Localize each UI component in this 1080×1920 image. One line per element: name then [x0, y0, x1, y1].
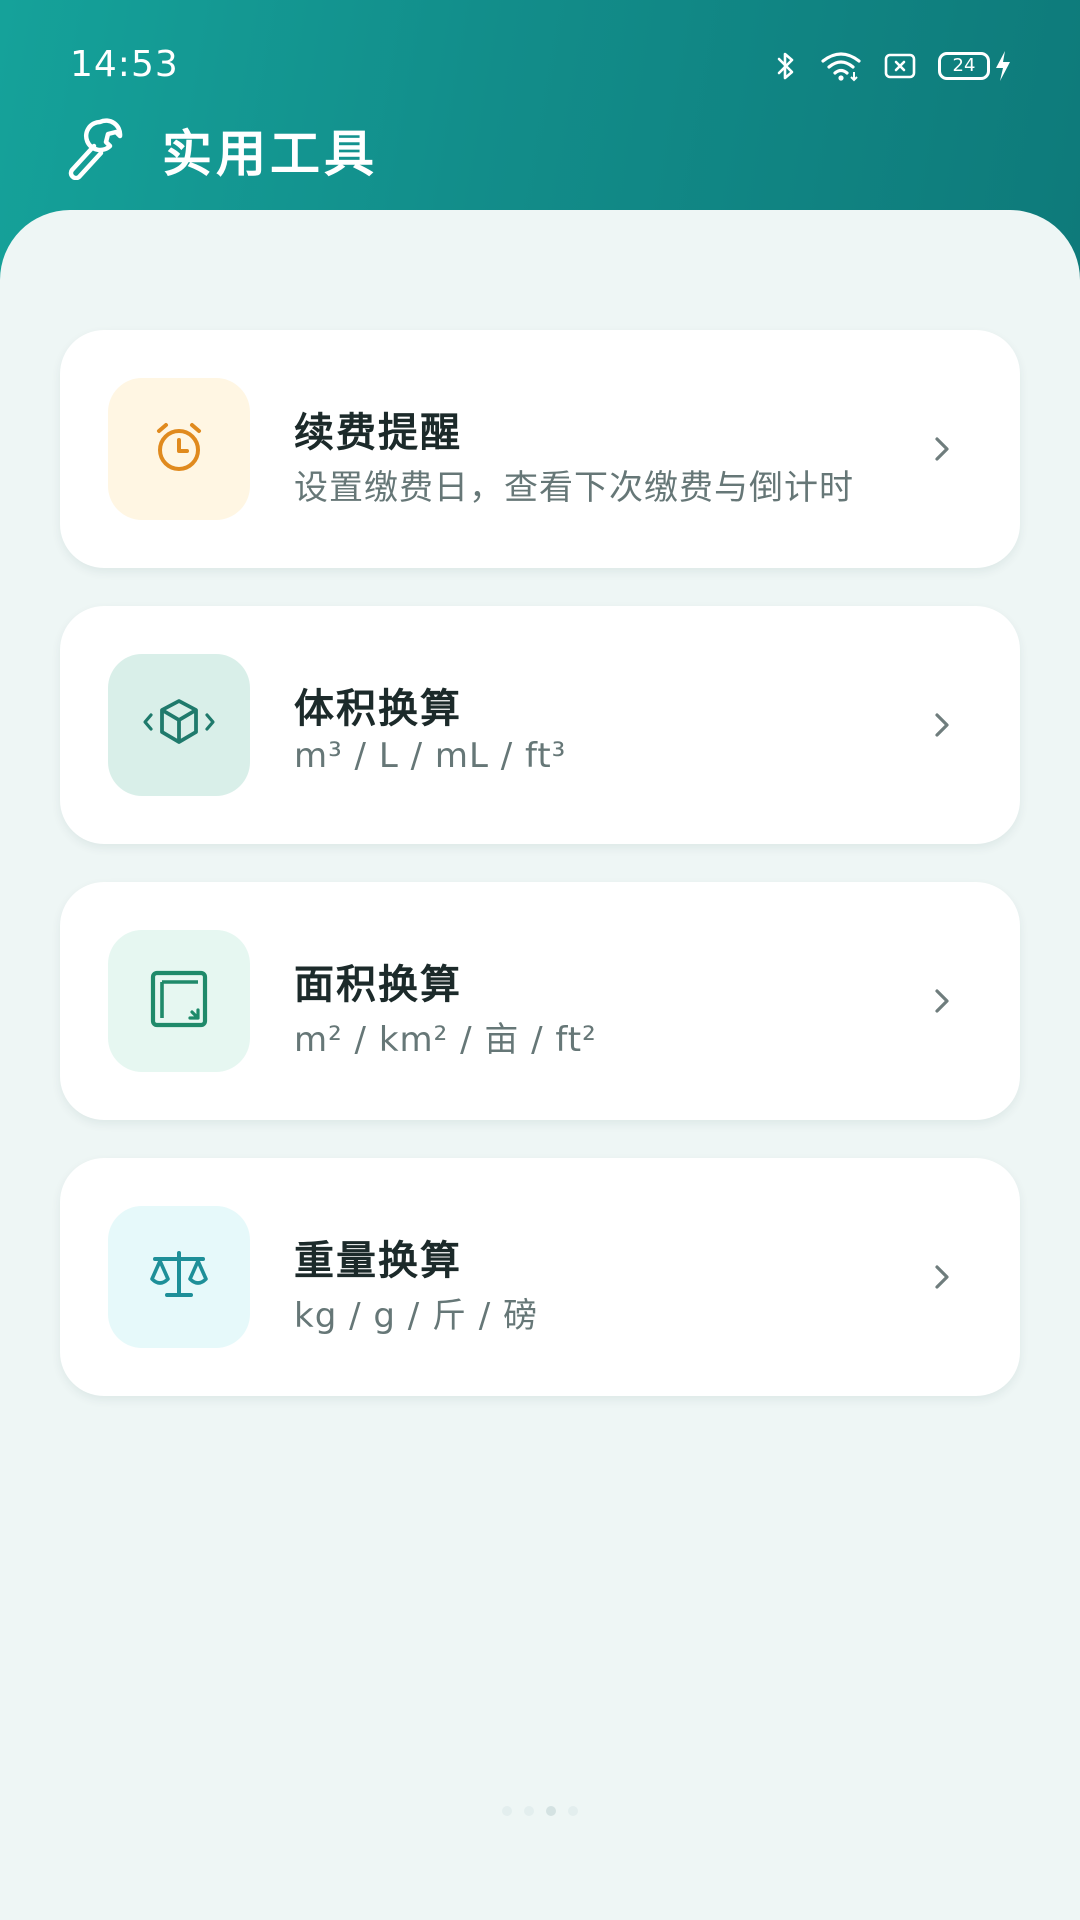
scale-icon	[147, 1247, 211, 1307]
tool-card-volume-conversion[interactable]: 体积换算 m³ / L / mL / ft³	[60, 606, 1020, 844]
page-dot	[568, 1806, 578, 1816]
status-time: 14:53	[70, 44, 179, 85]
tool-title: 面积换算	[294, 962, 462, 1008]
tool-list-panel: 续费提醒 设置缴费日，查看下次缴费与倒计时 体积换算 m³ / L / mL /…	[0, 210, 1080, 1920]
tool-subtitle: m² / km² / 亩 / ft²	[294, 1020, 597, 1060]
tool-subtitle: 设置缴费日，查看下次缴费与倒计时	[294, 468, 854, 508]
tool-subtitle: kg / g / 斤 / 磅	[294, 1296, 539, 1336]
tool-title: 体积换算	[294, 686, 462, 732]
tool-subtitle: m³ / L / mL / ft³	[294, 736, 567, 776]
tool-card-weight-conversion[interactable]: 重量换算 kg / g / 斤 / 磅	[60, 1158, 1020, 1396]
tool-title: 重量换算	[294, 1238, 462, 1284]
tool-title: 续费提醒	[294, 410, 462, 456]
page-dot	[502, 1806, 512, 1816]
tool-icon-container	[108, 1206, 250, 1348]
status-bar: 14:53 24	[0, 0, 1080, 130]
tool-icon-container	[108, 378, 250, 520]
chevron-right-icon	[932, 986, 952, 1020]
wifi-icon	[820, 50, 862, 82]
cube-icon	[141, 693, 217, 757]
no-sim-icon	[884, 53, 916, 79]
chevron-right-icon	[932, 434, 952, 468]
page-dot-active	[546, 1806, 556, 1816]
chevron-right-icon	[932, 1262, 952, 1296]
charging-bolt-icon	[994, 50, 1012, 82]
battery-level: 24	[938, 52, 990, 80]
status-icons: 24	[774, 44, 1012, 88]
area-square-icon	[148, 968, 210, 1034]
alarm-clock-icon	[151, 419, 207, 479]
page-title: 实用工具	[162, 125, 378, 183]
header-title-row: 实用工具	[64, 112, 378, 188]
tool-card-area-conversion[interactable]: 面积换算 m² / km² / 亩 / ft²	[60, 882, 1020, 1120]
page-dot	[524, 1806, 534, 1816]
tool-card-renewal-reminder[interactable]: 续费提醒 设置缴费日，查看下次缴费与倒计时	[60, 330, 1020, 568]
chevron-right-icon	[932, 710, 952, 744]
bluetooth-icon	[774, 50, 798, 82]
page-indicator	[0, 1806, 1080, 1816]
battery-indicator: 24	[938, 50, 1012, 82]
tool-icon-container	[108, 654, 250, 796]
wrench-icon	[64, 116, 124, 184]
tool-icon-container	[108, 930, 250, 1072]
